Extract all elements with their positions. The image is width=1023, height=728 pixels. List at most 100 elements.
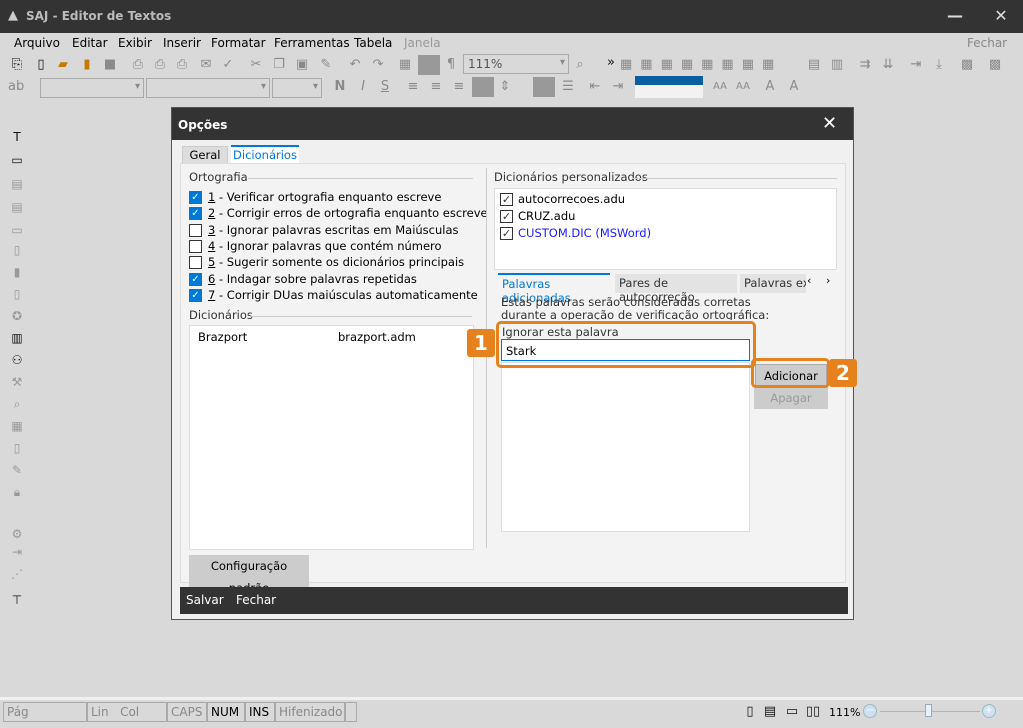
bold-icon[interactable]: N bbox=[332, 79, 348, 95]
insert-row-icon[interactable]: ⇉ bbox=[857, 57, 873, 73]
paint-roller-icon[interactable]: ⊤ bbox=[9, 593, 25, 609]
zoom-select[interactable]: 111% bbox=[463, 54, 569, 74]
side-tool-icon[interactable]: ▤ bbox=[9, 177, 25, 193]
undo-icon[interactable]: ↶ bbox=[347, 57, 363, 73]
font-size-select[interactable] bbox=[272, 78, 322, 98]
remove-icon[interactable]: ▯ bbox=[9, 287, 25, 303]
custom-dictionary-list[interactable]: ✓ autocorrecoes.adu ✓ CRUZ.adu ✓ CUSTOM.DIC (… bbox=[494, 188, 837, 270]
stamp-icon[interactable]: ⚒ bbox=[9, 375, 25, 391]
option-checkbox[interactable] bbox=[189, 223, 202, 237]
close-dialog-button[interactable]: ✕ bbox=[822, 113, 837, 134]
increase-indent-icon[interactable]: ⇥ bbox=[610, 79, 626, 95]
menu-editar[interactable]: Editar bbox=[72, 36, 108, 50]
custom-dictionary-name[interactable]: CRUZ.adu bbox=[518, 209, 575, 223]
new-from-template-icon[interactable]: ⎘ bbox=[9, 57, 25, 73]
condense-spacing-icon[interactable]: AA bbox=[733, 79, 753, 95]
split-cells-icon[interactable]: ▥ bbox=[829, 57, 845, 73]
italic-icon[interactable]: I bbox=[355, 79, 371, 95]
page-icon[interactable]: ▮ bbox=[9, 265, 25, 281]
option-checkbox[interactable]: ✓ bbox=[189, 207, 202, 221]
option-label[interactable]: 5 - Sugerir somente os dicionários princ… bbox=[208, 255, 464, 269]
zoom-out-icon[interactable]: ⌕ bbox=[572, 57, 588, 73]
book-view-icon[interactable]: ▯▯ bbox=[805, 704, 821, 720]
highlight-icon[interactable]: ab bbox=[8, 79, 24, 95]
underline-icon[interactable]: S bbox=[377, 79, 393, 95]
page-view-icon[interactable]: ▯ bbox=[742, 704, 758, 720]
table-icon[interactable]: ▦ bbox=[397, 57, 413, 73]
side-tool-icon[interactable]: ▤ bbox=[9, 200, 25, 216]
email-icon[interactable]: ✉ bbox=[198, 57, 214, 73]
decrease-indent-icon[interactable]: ⇤ bbox=[587, 79, 603, 95]
menu-inserir[interactable]: Inserir bbox=[163, 36, 201, 50]
delete-button[interactable]: Apagar bbox=[754, 387, 828, 409]
pilcrow-icon[interactable]: ¶ bbox=[443, 57, 459, 73]
paste-icon[interactable]: ▣ bbox=[294, 57, 310, 73]
option-label[interactable]: 6 - Indagar sobre palavras repetidas bbox=[208, 272, 417, 286]
open-recent-icon[interactable]: ▮ bbox=[79, 57, 95, 73]
subtab-palavras-adicionadas[interactable]: Palavras adicionadas bbox=[498, 273, 610, 305]
option-checkbox[interactable]: ✓ bbox=[189, 191, 202, 204]
zoom-out-button[interactable]: − bbox=[863, 704, 877, 718]
tab-geral[interactable]: Geral bbox=[182, 146, 228, 164]
align-left-icon[interactable]: ≡ bbox=[405, 79, 421, 95]
insert-column-icon[interactable]: ⇊ bbox=[880, 57, 896, 73]
tab-scroll-left-icon[interactable]: ‹ bbox=[807, 274, 811, 287]
line-spacing-icon[interactable]: ⇕ bbox=[497, 79, 513, 95]
option-label[interactable]: 3 - Ignorar palavras escritas em Maiúscu… bbox=[208, 223, 459, 237]
spellcheck-icon[interactable]: ✓ bbox=[220, 57, 236, 73]
align-right-icon[interactable]: ≡ bbox=[451, 79, 467, 95]
option-checkbox[interactable]: ✓ bbox=[189, 288, 202, 302]
custom-dictionary-checkbox[interactable]: ✓ bbox=[500, 227, 513, 240]
option-label[interactable]: 7 - Corrigir DUas maiúsculas automaticam… bbox=[208, 288, 478, 302]
tag-icon[interactable]: ✎ bbox=[9, 463, 25, 479]
custom-dictionary-checkbox[interactable]: ✓ bbox=[500, 210, 513, 223]
menu-tabela[interactable]: Tabela bbox=[354, 36, 392, 50]
new-document-icon[interactable]: ▯ bbox=[33, 57, 49, 73]
print-preview-icon[interactable]: ⎙ bbox=[152, 57, 168, 73]
dictionary-row[interactable]: Brazport brazport.adm bbox=[190, 326, 473, 344]
export-icon[interactable]: ⇥ bbox=[9, 545, 25, 561]
option-label[interactable]: 1 - Verificar ortografia enquanto escrev… bbox=[208, 190, 441, 204]
align-center-icon[interactable]: ≡ bbox=[428, 79, 444, 95]
text-tool-icon[interactable]: T bbox=[9, 130, 25, 146]
cut-icon[interactable]: ✂ bbox=[248, 57, 264, 73]
save-icon[interactable]: ■ bbox=[102, 57, 118, 73]
zoom-slider-handle[interactable] bbox=[925, 704, 932, 717]
merge-cells-icon[interactable]: ▤ bbox=[806, 57, 822, 73]
marker-icon[interactable]: ▭ bbox=[9, 153, 25, 169]
font-select[interactable] bbox=[146, 78, 270, 98]
copy-icon[interactable]: ❐ bbox=[271, 57, 287, 73]
save-button[interactable]: Salvar bbox=[186, 593, 224, 607]
open-folder-icon[interactable]: ▰ bbox=[55, 57, 71, 73]
print-view-icon[interactable]: ▤ bbox=[762, 704, 778, 720]
numbering-icon[interactable]: ☰ bbox=[560, 79, 576, 95]
option-checkbox[interactable] bbox=[189, 239, 202, 253]
car-icon[interactable]: ⚙ bbox=[9, 527, 25, 543]
share-icon[interactable]: ⋰ bbox=[9, 567, 25, 583]
option-label[interactable]: 4 - Ignorar palavras que contém número bbox=[208, 239, 442, 253]
web-view-icon[interactable]: ▭ bbox=[784, 704, 800, 720]
custom-dictionary-checkbox[interactable]: ✓ bbox=[500, 193, 513, 206]
comment-icon[interactable]: ▭ bbox=[9, 223, 25, 239]
option-checkbox[interactable] bbox=[189, 256, 202, 270]
close-window-button[interactable]: ✕ bbox=[991, 6, 1011, 25]
expand-spacing-icon[interactable]: AA bbox=[710, 79, 730, 95]
group-icon[interactable]: ⚇ bbox=[9, 353, 25, 369]
menu-ferramentas[interactable]: Ferramentas bbox=[274, 36, 350, 50]
delete-column-icon[interactable]: ⤓ bbox=[931, 57, 947, 73]
tab-scroll-right-icon[interactable]: › bbox=[826, 274, 830, 287]
tab-dicionarios[interactable]: Dicionários bbox=[231, 145, 299, 165]
lowercase-icon[interactable]: A bbox=[786, 79, 802, 95]
subtab-pares-autocorrecao[interactable]: Pares de autocorreção bbox=[615, 274, 737, 304]
justify-icon[interactable] bbox=[472, 77, 494, 97]
more-tools-icon[interactable]: » bbox=[603, 55, 619, 71]
table-border-icons[interactable]: ▦▦▦▦▦▦▦▦ bbox=[620, 57, 810, 73]
doc-icon[interactable]: ▯ bbox=[9, 441, 25, 457]
option-label[interactable]: 2 - Corrigir erros de ortografia enquant… bbox=[208, 206, 488, 220]
print-icon[interactable]: ⎙ bbox=[130, 57, 146, 73]
redo-icon[interactable]: ↷ bbox=[370, 57, 386, 73]
color-picker[interactable] bbox=[635, 76, 703, 98]
delete-row-icon[interactable]: ⇥ bbox=[908, 57, 924, 73]
subtab-palavras-excecao[interactable]: Palavras exc bbox=[740, 274, 806, 293]
grid-icon[interactable] bbox=[418, 55, 440, 75]
